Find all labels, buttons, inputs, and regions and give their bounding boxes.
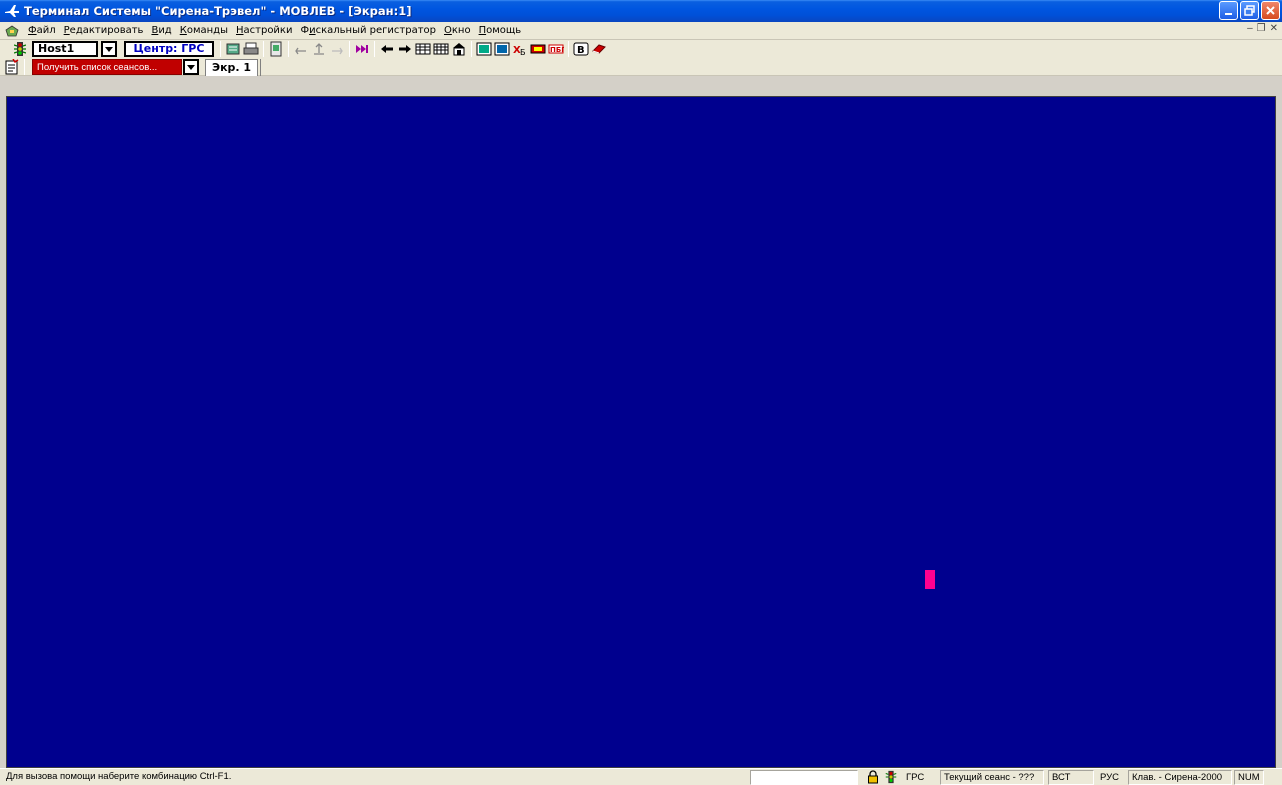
tab-strip: [260, 58, 266, 76]
fast-forward-icon[interactable]: [354, 41, 370, 57]
menu-edit[interactable]: Редактировать: [60, 23, 148, 39]
status-help-text: Для вызова помощи наберите комбинацию Ct…: [6, 771, 232, 782]
translit-icon[interactable]: XБ: [512, 41, 528, 57]
status-bar: Для вызова помощи наберите комбинацию Ct…: [0, 768, 1282, 785]
traffic-light-icon[interactable]: [12, 41, 28, 57]
window-title: Терминал Системы "Сирена-Трэвел" - МОВЛЕ…: [24, 4, 412, 18]
status-session: Текущий сеанс - ???: [940, 770, 1044, 785]
status-num-lock: NUM: [1234, 770, 1264, 785]
title-bar[interactable]: Терминал Системы "Сирена-Трэвел" - МОВЛЕ…: [0, 0, 1282, 22]
status-language: РУС: [1100, 772, 1120, 783]
toolbar-separator: [568, 41, 569, 57]
toolbar-separator: [263, 41, 264, 57]
center-indicator[interactable]: Центр: ГРС: [124, 41, 214, 57]
close-icon: [1266, 6, 1275, 15]
chevron-down-icon: [187, 65, 195, 70]
toolbar-row-2: Получить список сеансов... Экр. 1: [0, 58, 266, 76]
host-dropdown-button[interactable]: [101, 41, 117, 57]
toolbar-separator: [24, 59, 25, 75]
close-button[interactable]: [1261, 1, 1280, 20]
menu-bar: Файл Редактировать Вид Команды Настройки…: [0, 22, 1282, 40]
toolbar-separator: [374, 41, 375, 57]
mdi-controls: – ❐ ✕: [1247, 23, 1278, 34]
new-session-icon[interactable]: [4, 59, 20, 75]
eraser-icon[interactable]: [591, 41, 607, 57]
status-insert-mode: ВСТ: [1048, 770, 1094, 785]
lock-icon: [866, 770, 880, 784]
toolbar: Host1 Центр: ГРС XБ ПБ B Получить список…: [0, 40, 1282, 76]
network-icon[interactable]: [225, 41, 241, 57]
menu-window[interactable]: Окно: [440, 23, 475, 39]
document-icon[interactable]: [268, 41, 284, 57]
chevron-down-icon: [105, 47, 113, 52]
minimize-button[interactable]: [1219, 1, 1238, 20]
session-dropdown-button[interactable]: [183, 59, 199, 75]
session-list-select[interactable]: Получить список сеансов...: [32, 59, 182, 75]
redo-icon[interactable]: [329, 41, 345, 57]
undo-icon[interactable]: [293, 41, 309, 57]
window-controls: [1219, 1, 1280, 20]
traffic-light-icon: [884, 770, 898, 784]
b-key-icon[interactable]: B: [573, 41, 589, 57]
toolbar-separator: [220, 41, 221, 57]
menu-view[interactable]: Вид: [147, 23, 175, 39]
arrow-right-icon[interactable]: [397, 41, 413, 57]
toolbar-separator: [288, 41, 289, 57]
screen-1-icon[interactable]: [476, 41, 492, 57]
upload-icon[interactable]: [311, 41, 327, 57]
mdi-restore-button[interactable]: ❐: [1257, 23, 1266, 34]
status-keyboard: Клав. - Сирена-2000: [1128, 770, 1232, 785]
restore-button[interactable]: [1240, 1, 1259, 20]
toolbar-separator: [349, 41, 350, 57]
app-window: Терминал Системы "Сирена-Трэвел" - МОВЛЕ…: [0, 0, 1282, 785]
svg-text:Б: Б: [520, 48, 526, 57]
status-center: ГРС: [906, 772, 925, 783]
svg-text:B: B: [577, 45, 585, 56]
screen-2-icon[interactable]: [494, 41, 510, 57]
toolbar-separator: [471, 41, 472, 57]
table-icon[interactable]: [415, 41, 431, 57]
toolbar-row-1: Host1 Центр: ГРС XБ ПБ B: [0, 40, 608, 58]
minimize-icon: [1224, 12, 1232, 15]
menu-file[interactable]: Файл: [24, 23, 60, 39]
table-grid-icon[interactable]: [433, 41, 449, 57]
arrow-left-icon[interactable]: [379, 41, 395, 57]
mdi-minimize-button[interactable]: –: [1247, 23, 1253, 34]
building-icon[interactable]: [451, 41, 467, 57]
mdi-close-button[interactable]: ✕: [1270, 23, 1278, 34]
host-select[interactable]: Host1: [32, 41, 98, 57]
restore-icon: [1244, 5, 1255, 16]
terminal-screen[interactable]: [6, 96, 1276, 768]
menu-fiscal-registrar[interactable]: Фискальный регистратор: [296, 23, 440, 39]
menu-commands[interactable]: Команды: [176, 23, 232, 39]
document-app-icon: [4, 23, 20, 39]
status-input-field[interactable]: [750, 770, 858, 785]
airplane-icon: [4, 3, 20, 19]
menu-help[interactable]: Помощь: [475, 23, 526, 39]
ticket-icon[interactable]: [530, 41, 546, 57]
pbp-icon[interactable]: ПБП: [548, 41, 564, 57]
svg-text:ПБП: ПБП: [550, 46, 564, 54]
printer-icon[interactable]: [243, 41, 259, 57]
menu-settings[interactable]: Настройки: [232, 23, 297, 39]
terminal-cursor: [925, 570, 935, 589]
tab-screen-1[interactable]: Экр. 1: [205, 58, 259, 76]
